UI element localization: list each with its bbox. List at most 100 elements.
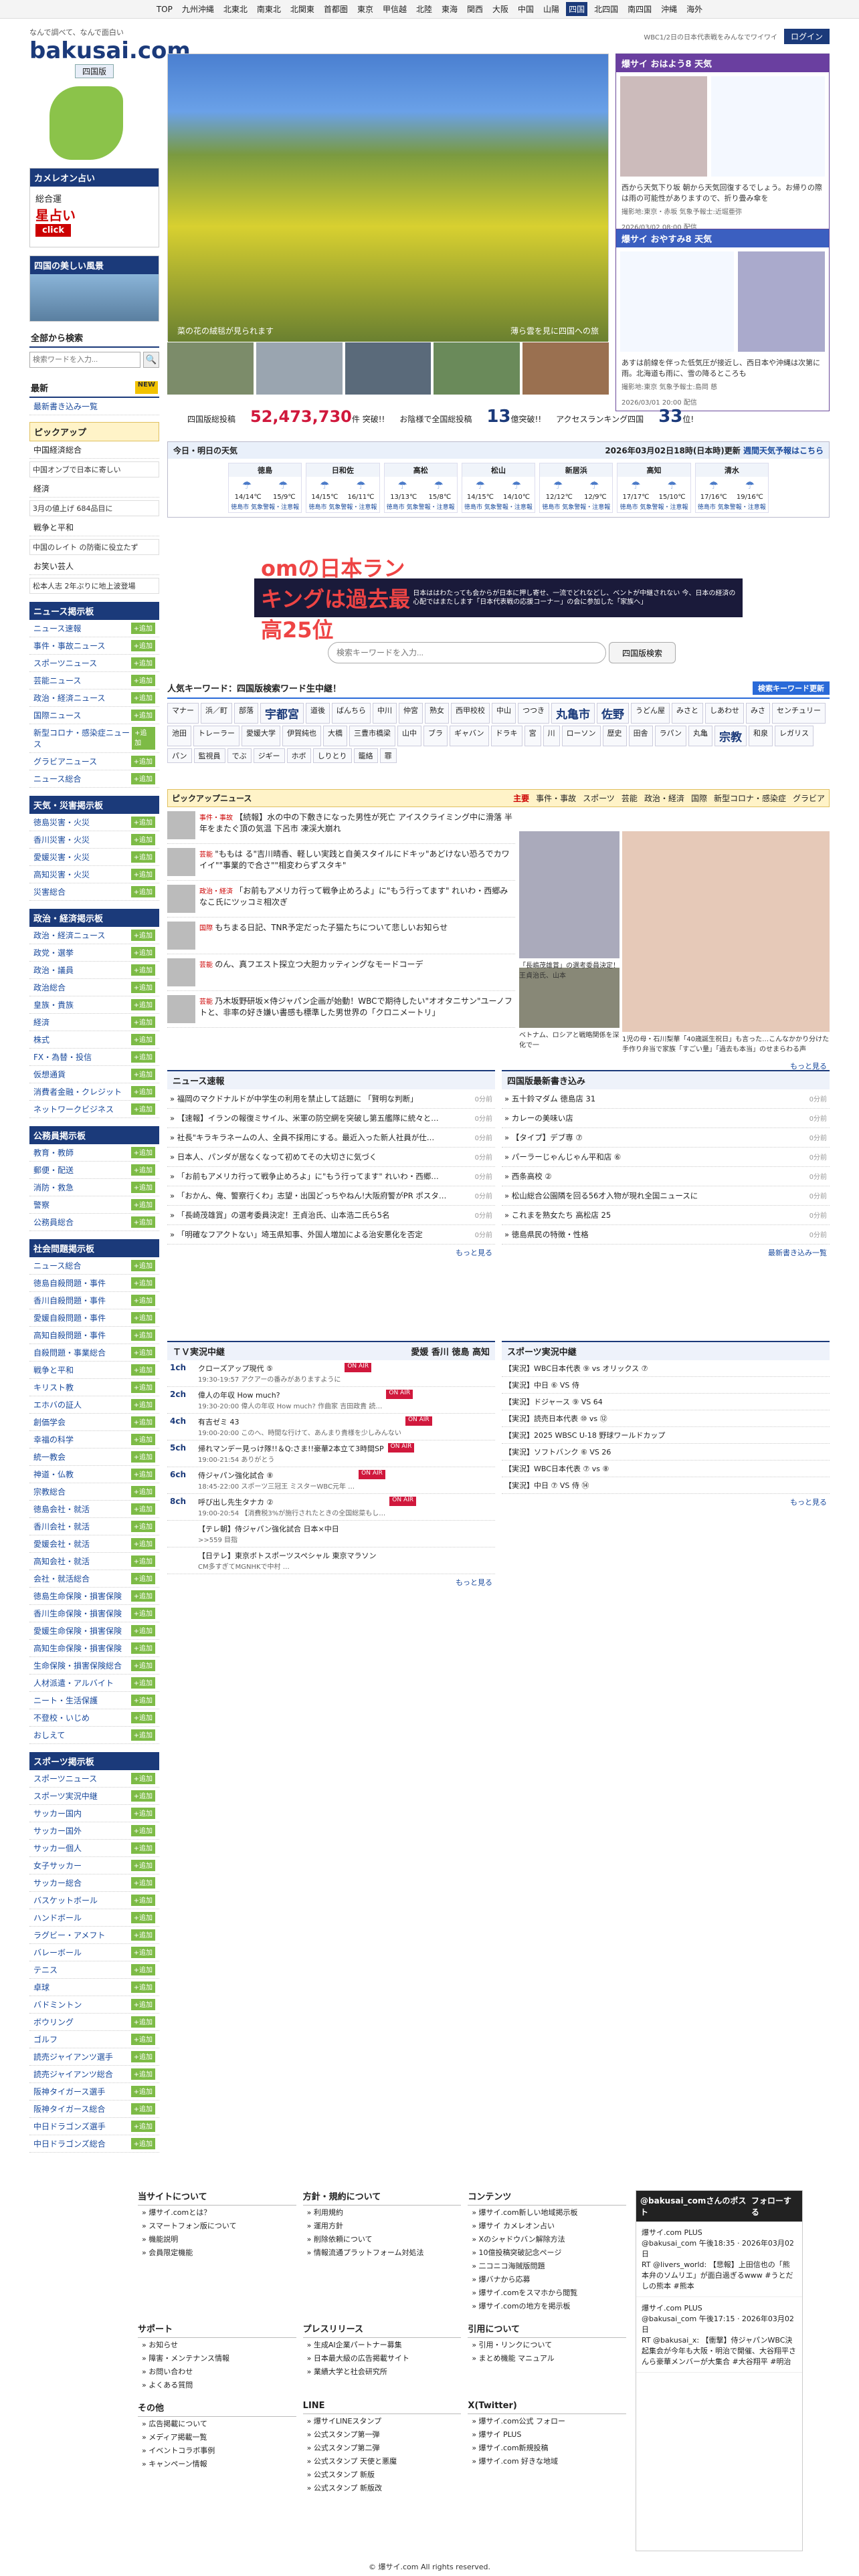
board-link[interactable]: サッカー総合 +追加	[29, 1874, 159, 1892]
tv-program[interactable]: 偉人の年収 How much?	[198, 1390, 382, 1400]
add-board-button[interactable]: +追加	[130, 2086, 155, 2097]
board-link-label[interactable]: 会社・就活総合	[33, 1573, 90, 1584]
add-board-button[interactable]: +追加	[130, 851, 155, 863]
board-link-label[interactable]: 読売ジャイアンツ総合	[33, 2068, 113, 2080]
keyword-chip[interactable]: ホボ	[286, 748, 311, 763]
board-link-label[interactable]: 阪神タイガース総合	[33, 2103, 105, 2115]
board-link-label[interactable]: 災害総合	[33, 886, 66, 897]
add-board-button[interactable]: +追加	[130, 1399, 155, 1410]
hero-photo[interactable]: 菜の花の絨毯が見られます 薄ら雲を見に四国への旅	[167, 53, 609, 342]
footer-link[interactable]: » 10億投稿突破記念ページ	[468, 2246, 626, 2259]
board-link[interactable]: 香川自殺問題・事件 +追加	[29, 1292, 159, 1309]
tv-more-link[interactable]: もっと見る	[167, 1574, 495, 1590]
add-board-button[interactable]: +追加	[130, 1790, 155, 1802]
board-link-label[interactable]: サッカー総合	[33, 1877, 82, 1889]
footer-link[interactable]: » 業績大学と社会研究所	[303, 2365, 462, 2378]
add-board-button[interactable]: +追加	[130, 1364, 155, 1376]
board-link[interactable]: キリスト教 +追加	[29, 1379, 159, 1396]
keyword-chip[interactable]: 池田	[167, 726, 191, 746]
board-link-label[interactable]: 女子サッカー	[33, 1860, 82, 1871]
board-link-label[interactable]: 香川災害・火災	[33, 834, 90, 845]
board-link[interactable]: 政治・議員 +追加	[29, 962, 159, 979]
board-link[interactable]: 公務員総合 +追加	[29, 1214, 159, 1231]
board-link-label[interactable]: 教育・教師	[33, 1147, 74, 1158]
add-board-button[interactable]: +追加	[130, 1808, 155, 1819]
board-link[interactable]: 政党・選挙 +追加	[29, 944, 159, 962]
board-link[interactable]: 政治・経済ニュース +追加	[29, 927, 159, 944]
footer-link[interactable]: » 機能説明	[138, 2232, 296, 2246]
main-search-input[interactable]	[328, 642, 606, 663]
board-link-label[interactable]: 徳島会社・就活	[33, 1503, 90, 1515]
board-link[interactable]: 高知自殺問題・事件 +追加	[29, 1327, 159, 1344]
add-board-button[interactable]: +追加	[130, 1434, 155, 1445]
board-link[interactable]: スポーツニュース +追加	[29, 655, 159, 672]
keyword-chip[interactable]: 山中	[397, 726, 421, 746]
shikoku-map[interactable]	[50, 86, 123, 160]
board-link-label[interactable]: 高知災害・火災	[33, 869, 90, 880]
add-board-button[interactable]: +追加	[130, 1312, 155, 1323]
weather-night-box[interactable]: 爆サイ おやすみ8 天気 あすは前線を伴った低気圧が接近し、西日本や沖縄は次第に…	[615, 229, 830, 411]
add-board-button[interactable]: +追加	[130, 1981, 155, 1993]
tv-row[interactable]: 4ch 有吉ゼミ 43 19:00-20:00 このへ、時間な行けて、あんまり貴様を…	[167, 1414, 495, 1440]
keyword-chip[interactable]: 和泉	[749, 726, 773, 746]
add-board-button[interactable]: +追加	[130, 2121, 155, 2132]
board-link-label[interactable]: バドミントン	[33, 1999, 82, 2010]
board-link-label[interactable]: 消費者金融・クレジット	[33, 1086, 122, 1097]
footer-link[interactable]: » イベントコラボ事例	[138, 2444, 296, 2457]
topnav-item[interactable]: 海外	[684, 2, 705, 16]
add-board-button[interactable]: +追加	[130, 1216, 155, 1228]
pickup-text[interactable]: 【続報】水の中の下敷きになった男性が死亡 アイスクライミング中に滑落 半年をまた…	[199, 813, 512, 833]
pickup-caption-3[interactable]: 1児の母・石川梨華「40歳誕生祝日」も言った…こんなかかり分けた手作り弁当で家族…	[622, 1033, 830, 1053]
add-board-button[interactable]: +追加	[130, 1295, 155, 1306]
add-board-button[interactable]: +追加	[130, 982, 155, 993]
add-board-button[interactable]: +追加	[130, 1912, 155, 1923]
scene-image[interactable]	[30, 274, 159, 321]
add-board-button[interactable]: +追加	[130, 1660, 155, 1671]
board-link-label[interactable]: 不登校・いじめ	[33, 1712, 90, 1723]
pickup-thumb[interactable]	[167, 885, 195, 913]
pickup-tab[interactable]: スポーツ	[583, 792, 615, 804]
keyword-chip[interactable]: つつき	[518, 703, 549, 724]
topnav-item[interactable]: 山陽	[541, 2, 562, 16]
add-board-button[interactable]: +追加	[130, 1877, 155, 1889]
board-link[interactable]: 徳島災害・火災 +追加	[29, 814, 159, 831]
board-link-label[interactable]: 愛媛会社・就活	[33, 1538, 90, 1549]
keyword-chip[interactable]: ドラキ	[490, 726, 522, 746]
login-button[interactable]: ログイン	[783, 28, 830, 44]
site-logo[interactable]: bakusai.com	[29, 37, 191, 64]
board-link[interactable]: 自殺問題・事業総合 +追加	[29, 1344, 159, 1362]
board-link[interactable]: ニュース総合 +追加	[29, 770, 159, 788]
pickup-link[interactable]: 中国のレイト の防衛に役立たず	[29, 539, 159, 555]
tv-row[interactable]: 5ch 帰れマンデー見っけ隊!!＆Q:さま!!豪華2本立て3時間SP 19:00-2…	[167, 1440, 495, 1467]
board-link-label[interactable]: サッカー個人	[33, 1842, 82, 1854]
add-board-button[interactable]: +追加	[130, 1773, 155, 1784]
add-board-button[interactable]: +追加	[130, 1416, 155, 1428]
add-board-button[interactable]: +追加	[130, 1538, 155, 1549]
board-link[interactable]: ボウリング +追加	[29, 2014, 159, 2031]
board-link[interactable]: 不登校・いじめ +追加	[29, 1709, 159, 1727]
board-link[interactable]: 新型コロナ・感染症ニュース +追加	[29, 724, 159, 753]
tv-program[interactable]: 帰れマンデー見っけ隊!!＆Q:さま!!豪華2本立て3時間SP	[198, 1443, 384, 1454]
footer-link[interactable]: » 爆サイ.comをスマホから閲覧	[468, 2286, 626, 2299]
news-title[interactable]: » 日本人、パンダが居なくなって初めてその大切さに気づく	[170, 1152, 377, 1162]
add-board-button[interactable]: +追加	[130, 1451, 155, 1463]
footer-link[interactable]: » 爆サイ.comの地方を掲示板	[468, 2299, 626, 2313]
scene-box[interactable]: 四国の美しい風景	[29, 255, 159, 322]
tv-row[interactable]: 【テレ朝】侍ジャパン強化試合 日本×中日 >>559 目指	[167, 1521, 495, 1547]
weather-caster-photo[interactable]	[738, 251, 825, 352]
board-link-label[interactable]: 愛媛災害・火災	[33, 851, 90, 863]
board-link[interactable]: 阪神タイガース選手 +追加	[29, 2083, 159, 2101]
news-row[interactable]: » 徳島県民の特徴・性格 0分前	[502, 1225, 830, 1245]
add-board-button[interactable]: +追加	[130, 1521, 155, 1532]
board-link-label[interactable]: ラグビー・アメフト	[33, 1929, 105, 1941]
news-title[interactable]: » 福岡のマクドナルドが中学生の利用を禁止して話題に 「賢明な判断」	[170, 1093, 418, 1104]
news-title[interactable]: » 五十鈴マダム 徳島店 31	[504, 1093, 595, 1104]
news-row[interactable]: » 「おかん、俺、警察行くわ」志望・出国どっちやねん!大阪府警がPR ポスタ… 0…	[167, 1186, 495, 1206]
keyword-chip[interactable]: みさ	[746, 703, 770, 724]
pickup-thumb[interactable]	[167, 995, 195, 1023]
pickup-text[interactable]: のん、真フエスト探立つ大胆カッティングなモードコーデ	[215, 960, 423, 969]
board-link[interactable]: 幸福の科学 +追加	[29, 1431, 159, 1448]
board-link[interactable]: 経済 +追加	[29, 1014, 159, 1031]
uranai-click-button[interactable]: click	[35, 224, 71, 237]
board-link-label[interactable]: スポーツ実況中継	[33, 1790, 98, 1802]
